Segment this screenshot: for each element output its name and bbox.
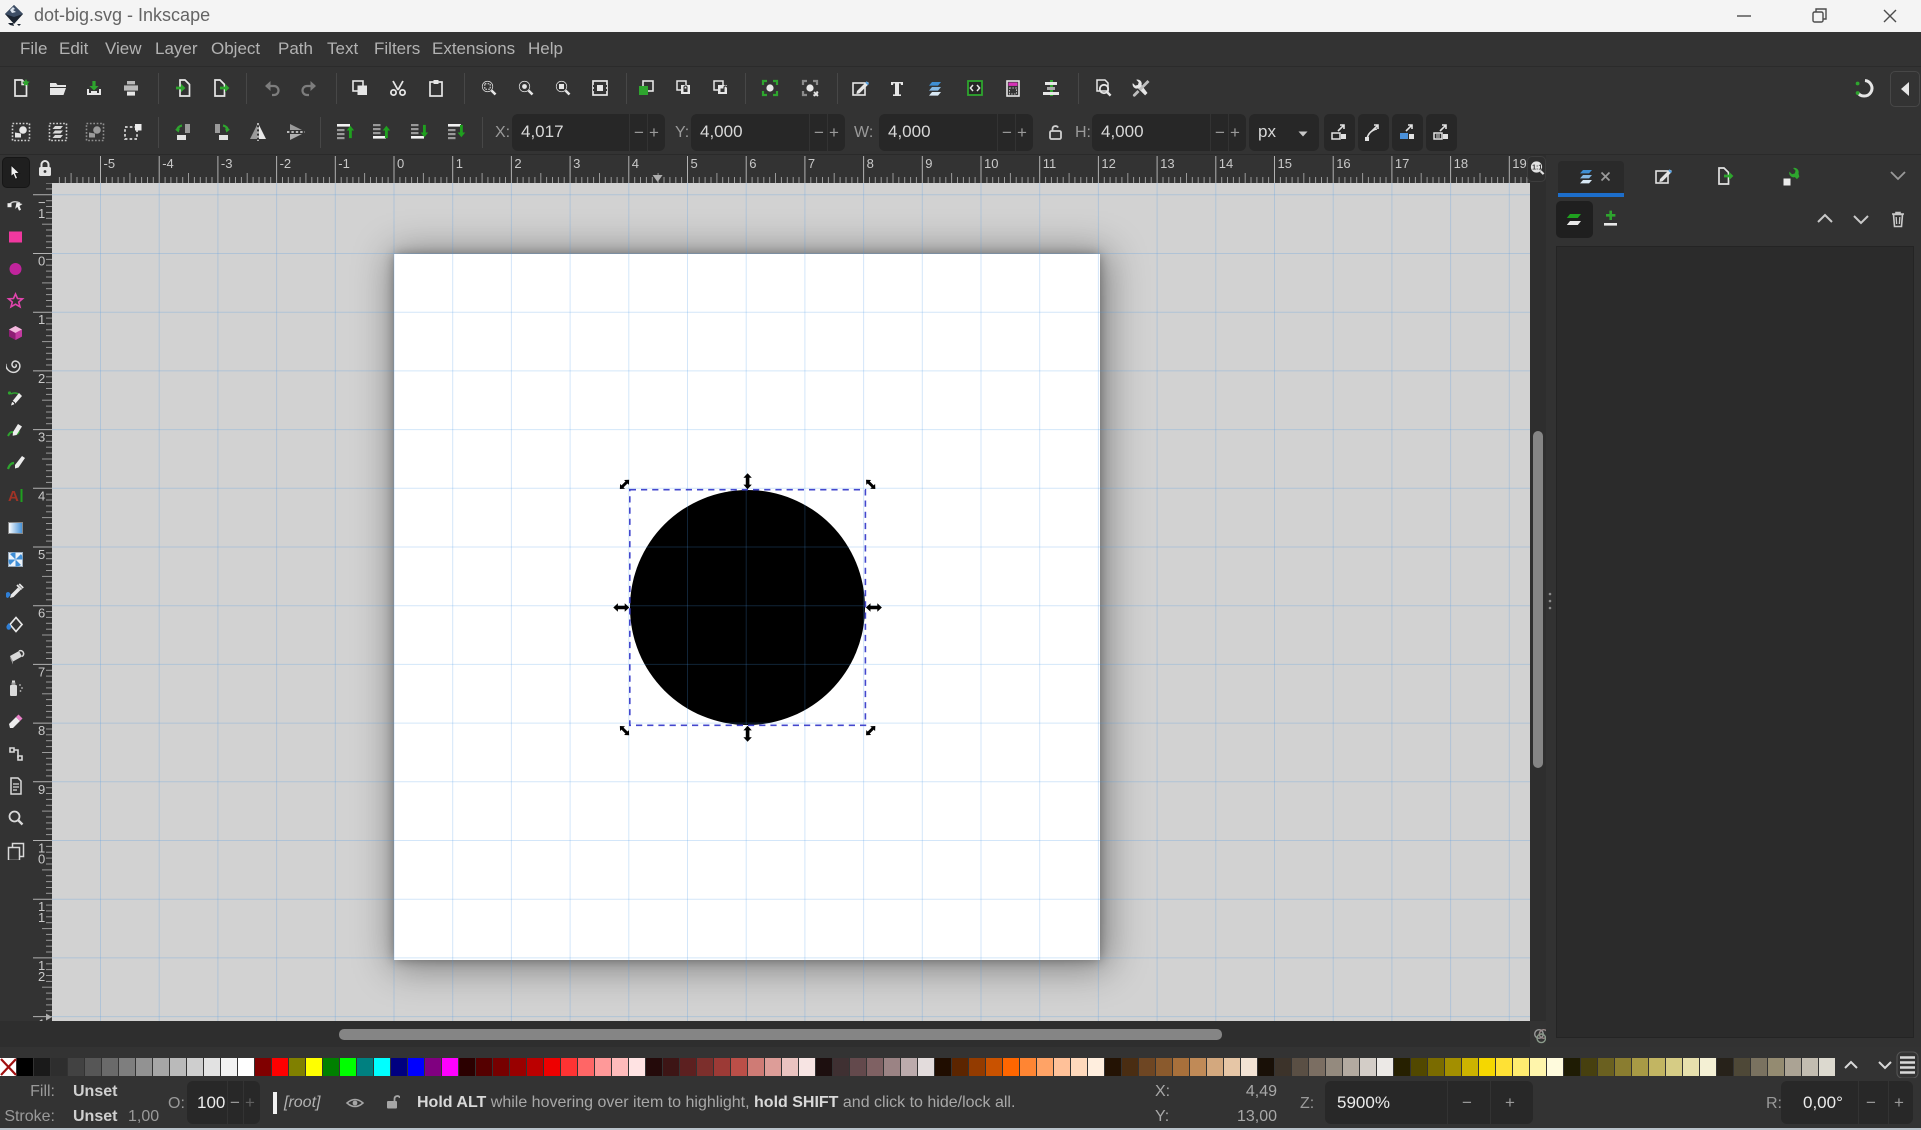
- svg-text:5: 5: [691, 156, 698, 171]
- svg-text:1: 1: [38, 312, 45, 327]
- svg-text:-4: -4: [162, 156, 174, 171]
- svg-text:-3: -3: [221, 156, 233, 171]
- svg-text:8: 8: [867, 156, 874, 171]
- svg-text:7: 7: [38, 664, 45, 679]
- svg-text:11: 11: [1043, 156, 1057, 171]
- svg-text:3: 3: [38, 430, 45, 445]
- svg-text:6: 6: [749, 156, 756, 171]
- svg-text:2: 2: [514, 156, 521, 171]
- svg-text:6: 6: [38, 606, 45, 621]
- svg-text:7: 7: [808, 156, 815, 171]
- svg-text:9: 9: [925, 156, 932, 171]
- svg-text:-2: -2: [280, 156, 292, 171]
- svg-text:12: 12: [1101, 156, 1115, 171]
- svg-text:-5: -5: [104, 156, 116, 171]
- svg-text:0: 0: [38, 254, 45, 269]
- svg-text:4: 4: [632, 156, 639, 171]
- svg-text:9: 9: [38, 782, 45, 797]
- svg-text:-1: -1: [338, 156, 350, 171]
- svg-text:17: 17: [1395, 156, 1409, 171]
- svg-text:15: 15: [1278, 156, 1292, 171]
- svg-text:8: 8: [38, 723, 45, 738]
- svg-text:14: 14: [1219, 156, 1233, 171]
- svg-text:0: 0: [38, 852, 45, 867]
- svg-text:5: 5: [38, 547, 45, 562]
- svg-text:2: 2: [38, 969, 45, 984]
- svg-text:4: 4: [38, 488, 45, 503]
- svg-text:1:1: 1:1: [1532, 165, 1542, 172]
- svg-text:10: 10: [984, 156, 998, 171]
- svg-text:13: 13: [1160, 156, 1174, 171]
- svg-text:1: 1: [38, 910, 45, 925]
- svg-text:0: 0: [397, 156, 404, 171]
- svg-text:1: 1: [38, 206, 45, 221]
- svg-text:1: 1: [456, 156, 463, 171]
- svg-text:2: 2: [38, 371, 45, 386]
- svg-text:A: A: [8, 488, 19, 505]
- svg-text:18: 18: [1454, 156, 1468, 171]
- svg-text:19: 19: [1512, 156, 1526, 171]
- svg-text:16: 16: [1336, 156, 1350, 171]
- svg-text:3: 3: [573, 156, 580, 171]
